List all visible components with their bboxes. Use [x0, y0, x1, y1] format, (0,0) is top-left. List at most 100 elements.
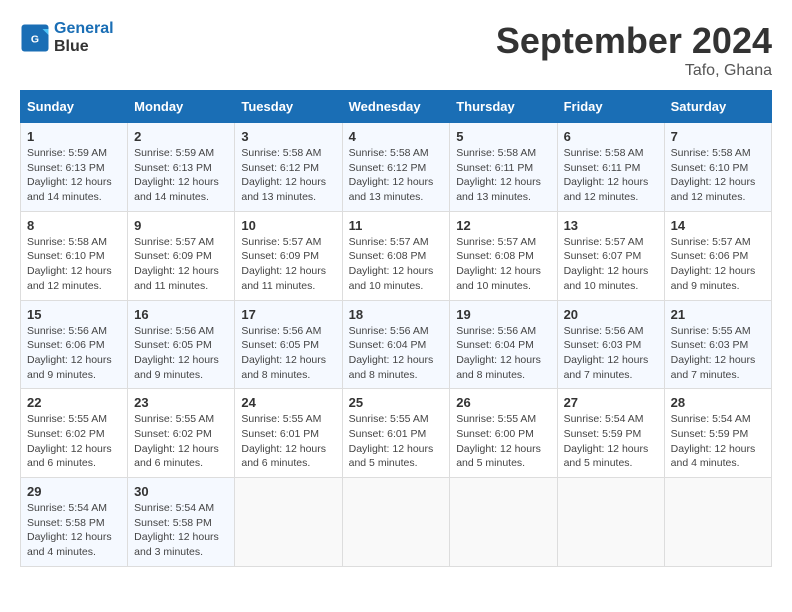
day-info: Sunrise: 5:56 AMSunset: 6:05 PMDaylight:…	[241, 325, 326, 381]
day-number: 15	[27, 307, 121, 322]
day-number: 19	[456, 307, 550, 322]
day-number: 9	[134, 218, 228, 233]
calendar-cell	[235, 478, 342, 567]
day-info: Sunrise: 5:55 AMSunset: 6:02 PMDaylight:…	[27, 413, 112, 469]
day-number: 29	[27, 484, 121, 499]
calendar-cell: 30 Sunrise: 5:54 AMSunset: 5:58 PMDayligh…	[128, 478, 235, 567]
calendar-cell: 7 Sunrise: 5:58 AMSunset: 6:10 PMDaylight…	[664, 123, 771, 212]
day-info: Sunrise: 5:54 AMSunset: 5:59 PMDaylight:…	[564, 413, 649, 469]
weekday-header-saturday: Saturday	[664, 91, 771, 123]
calendar-cell: 16 Sunrise: 5:56 AMSunset: 6:05 PMDayligh…	[128, 300, 235, 389]
day-info: Sunrise: 5:54 AMSunset: 5:59 PMDaylight:…	[671, 413, 756, 469]
weekday-header-tuesday: Tuesday	[235, 91, 342, 123]
day-number: 17	[241, 307, 335, 322]
day-info: Sunrise: 5:59 AMSunset: 6:13 PMDaylight:…	[27, 147, 112, 203]
day-number: 4	[349, 129, 444, 144]
day-number: 3	[241, 129, 335, 144]
month-title: September 2024	[496, 20, 772, 62]
day-number: 2	[134, 129, 228, 144]
day-info: Sunrise: 5:54 AMSunset: 5:58 PMDaylight:…	[27, 502, 112, 558]
day-info: Sunrise: 5:58 AMSunset: 6:10 PMDaylight:…	[27, 236, 112, 292]
day-number: 1	[27, 129, 121, 144]
calendar-cell: 9 Sunrise: 5:57 AMSunset: 6:09 PMDaylight…	[128, 211, 235, 300]
calendar-cell: 20 Sunrise: 5:56 AMSunset: 6:03 PMDayligh…	[557, 300, 664, 389]
day-info: Sunrise: 5:57 AMSunset: 6:09 PMDaylight:…	[241, 236, 326, 292]
svg-text:G: G	[31, 33, 39, 45]
calendar-cell: 15 Sunrise: 5:56 AMSunset: 6:06 PMDayligh…	[21, 300, 128, 389]
calendar-cell	[450, 478, 557, 567]
calendar-cell: 28 Sunrise: 5:54 AMSunset: 5:59 PMDayligh…	[664, 389, 771, 478]
day-info: Sunrise: 5:58 AMSunset: 6:11 PMDaylight:…	[456, 147, 541, 203]
logo: G General Blue	[20, 20, 114, 55]
day-number: 30	[134, 484, 228, 499]
day-info: Sunrise: 5:57 AMSunset: 6:08 PMDaylight:…	[349, 236, 434, 292]
day-number: 7	[671, 129, 765, 144]
calendar-cell: 23 Sunrise: 5:55 AMSunset: 6:02 PMDayligh…	[128, 389, 235, 478]
day-number: 26	[456, 395, 550, 410]
day-number: 11	[349, 218, 444, 233]
calendar-cell	[342, 478, 450, 567]
day-number: 20	[564, 307, 658, 322]
calendar-cell: 17 Sunrise: 5:56 AMSunset: 6:05 PMDayligh…	[235, 300, 342, 389]
day-number: 18	[349, 307, 444, 322]
calendar-cell: 27 Sunrise: 5:54 AMSunset: 5:59 PMDayligh…	[557, 389, 664, 478]
day-info: Sunrise: 5:58 AMSunset: 6:10 PMDaylight:…	[671, 147, 756, 203]
day-number: 16	[134, 307, 228, 322]
weekday-header-thursday: Thursday	[450, 91, 557, 123]
day-number: 5	[456, 129, 550, 144]
calendar-cell: 6Sunrise: 5:58 AMSunset: 6:11 PMDaylight…	[557, 123, 664, 212]
location: Tafo, Ghana	[496, 62, 772, 80]
day-info: Sunrise: 5:55 AMSunset: 6:01 PMDaylight:…	[241, 413, 326, 469]
weekday-header-monday: Monday	[128, 91, 235, 123]
day-info: Sunrise: 5:56 AMSunset: 6:03 PMDaylight:…	[564, 325, 649, 381]
calendar-cell: 13 Sunrise: 5:57 AMSunset: 6:07 PMDayligh…	[557, 211, 664, 300]
day-number: 6	[564, 129, 658, 144]
title-area: September 2024 Tafo, Ghana	[496, 20, 772, 80]
day-info: Sunrise: 5:57 AMSunset: 6:07 PMDaylight:…	[564, 236, 649, 292]
day-info: Sunrise: 5:59 AMSunset: 6:13 PMDaylight:…	[134, 147, 219, 203]
day-number: 14	[671, 218, 765, 233]
day-info: Sunrise: 5:55 AMSunset: 6:00 PMDaylight:…	[456, 413, 541, 469]
day-info: Sunrise: 5:58 AMSunset: 6:12 PMDaylight:…	[349, 147, 434, 203]
day-info: Sunrise: 5:56 AMSunset: 6:06 PMDaylight:…	[27, 325, 112, 381]
calendar-cell: 18 Sunrise: 5:56 AMSunset: 6:04 PMDayligh…	[342, 300, 450, 389]
day-info: Sunrise: 5:55 AMSunset: 6:02 PMDaylight:…	[134, 413, 219, 469]
day-number: 13	[564, 218, 658, 233]
calendar-cell: 3Sunrise: 5:58 AMSunset: 6:12 PMDaylight…	[235, 123, 342, 212]
weekday-header-friday: Friday	[557, 91, 664, 123]
calendar-cell: 29 Sunrise: 5:54 AMSunset: 5:58 PMDayligh…	[21, 478, 128, 567]
calendar-cell: 4 Sunrise: 5:58 AMSunset: 6:12 PMDaylight…	[342, 123, 450, 212]
day-info: Sunrise: 5:57 AMSunset: 6:06 PMDaylight:…	[671, 236, 756, 292]
day-info: Sunrise: 5:55 AMSunset: 6:01 PMDaylight:…	[349, 413, 434, 469]
logo-icon: G	[20, 23, 50, 53]
calendar-cell: 25 Sunrise: 5:55 AMSunset: 6:01 PMDayligh…	[342, 389, 450, 478]
day-info: Sunrise: 5:55 AMSunset: 6:03 PMDaylight:…	[671, 325, 756, 381]
calendar-cell	[557, 478, 664, 567]
day-info: Sunrise: 5:57 AMSunset: 6:08 PMDaylight:…	[456, 236, 541, 292]
calendar-cell: 21 Sunrise: 5:55 AMSunset: 6:03 PMDayligh…	[664, 300, 771, 389]
day-number: 8	[27, 218, 121, 233]
logo-general: General	[54, 20, 114, 37]
day-info: Sunrise: 5:56 AMSunset: 6:04 PMDaylight:…	[349, 325, 434, 381]
day-number: 12	[456, 218, 550, 233]
day-number: 21	[671, 307, 765, 322]
day-number: 27	[564, 395, 658, 410]
weekday-header-sunday: Sunday	[21, 91, 128, 123]
day-number: 24	[241, 395, 335, 410]
day-info: Sunrise: 5:54 AMSunset: 5:58 PMDaylight:…	[134, 502, 219, 558]
day-number: 28	[671, 395, 765, 410]
logo-blue: Blue	[54, 38, 114, 56]
day-info: Sunrise: 5:56 AMSunset: 6:05 PMDaylight:…	[134, 325, 219, 381]
calendar-cell	[664, 478, 771, 567]
day-number: 25	[349, 395, 444, 410]
calendar-cell: 5 Sunrise: 5:58 AMSunset: 6:11 PMDaylight…	[450, 123, 557, 212]
day-info: Sunrise: 5:57 AMSunset: 6:09 PMDaylight:…	[134, 236, 219, 292]
calendar-cell: 8 Sunrise: 5:58 AMSunset: 6:10 PMDaylight…	[21, 211, 128, 300]
day-number: 23	[134, 395, 228, 410]
calendar-cell: 26 Sunrise: 5:55 AMSunset: 6:00 PMDayligh…	[450, 389, 557, 478]
page-header: G General Blue September 2024 Tafo, Ghan…	[20, 20, 772, 80]
calendar-cell: 22Sunrise: 5:55 AMSunset: 6:02 PMDayligh…	[21, 389, 128, 478]
day-info: Sunrise: 5:56 AMSunset: 6:04 PMDaylight:…	[456, 325, 541, 381]
calendar-cell: 14 Sunrise: 5:57 AMSunset: 6:06 PMDayligh…	[664, 211, 771, 300]
calendar-cell: 1 Sunrise: 5:59 AMSunset: 6:13 PMDaylight…	[21, 123, 128, 212]
